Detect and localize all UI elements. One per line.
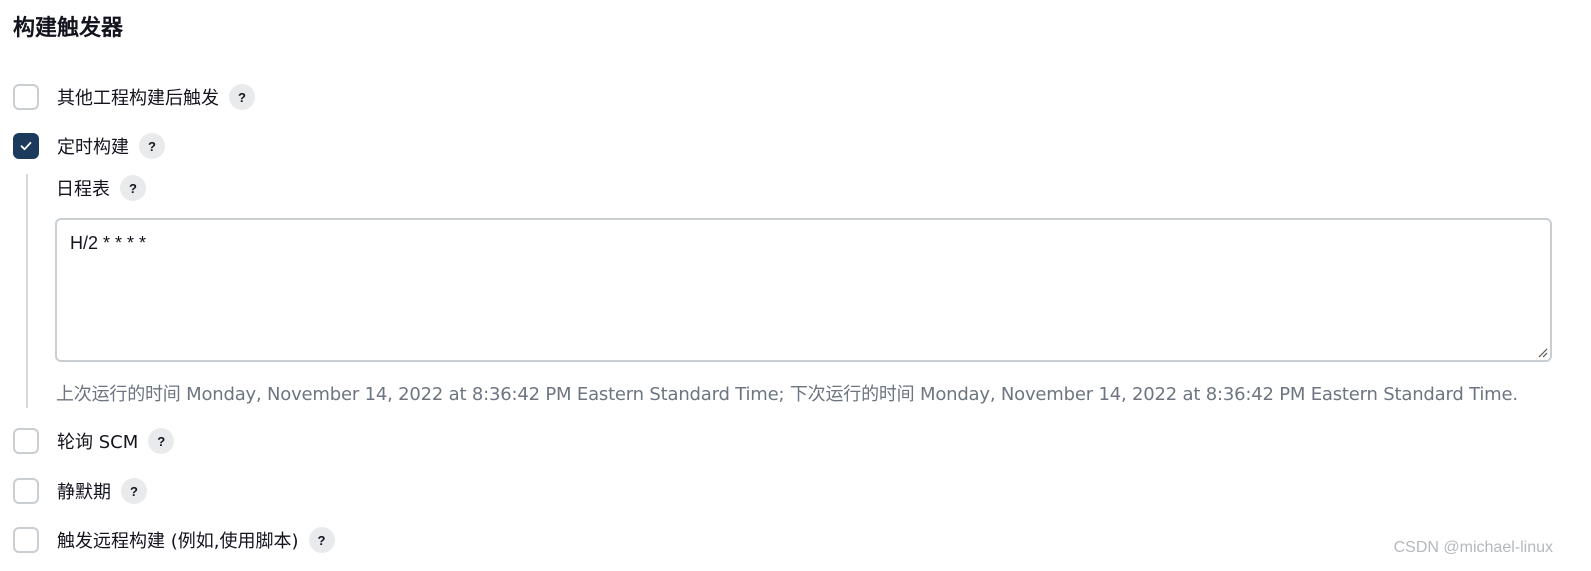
trigger-label: 其他工程构建后触发 xyxy=(57,88,219,109)
watermark-text: CSDN @michael-linux xyxy=(1393,539,1553,556)
trigger-build-periodically: 定时构建 ? xyxy=(13,131,165,161)
trigger-remote-build: 触发远程构建 (例如,使用脚本) ? xyxy=(13,525,335,555)
help-icon[interactable]: ? xyxy=(308,527,335,553)
trigger-label: 静默期 xyxy=(57,482,111,503)
trigger-poll-scm: 轮询 SCM ? xyxy=(13,426,175,456)
schedule-info-text: 上次运行的时间 Monday, November 14, 2022 at 8:3… xyxy=(56,384,1518,405)
checkbox-remote-build[interactable] xyxy=(13,527,39,553)
trigger-label: 触发远程构建 (例如,使用脚本) xyxy=(57,531,299,552)
schedule-textarea[interactable] xyxy=(55,218,1552,362)
help-icon[interactable]: ? xyxy=(148,428,175,454)
checkbox-build-after-other-projects[interactable] xyxy=(13,84,39,110)
help-icon[interactable]: ? xyxy=(120,175,146,201)
resize-handle-icon[interactable] xyxy=(1536,346,1548,358)
nested-section-bar xyxy=(26,174,28,408)
checkbox-build-periodically[interactable] xyxy=(13,133,39,159)
section-title: 构建触发器 xyxy=(13,16,124,41)
help-icon[interactable]: ? xyxy=(229,84,255,110)
help-icon[interactable]: ? xyxy=(121,478,147,504)
checkbox-quiet-period[interactable] xyxy=(13,478,39,504)
schedule-label: 日程表 xyxy=(56,179,110,200)
trigger-label: 轮询 SCM xyxy=(57,432,139,453)
trigger-quiet-period: 静默期 ? xyxy=(13,476,147,506)
checkmark-icon xyxy=(20,141,32,151)
trigger-build-after-other-projects: 其他工程构建后触发 ? xyxy=(13,82,255,112)
schedule-label-row: 日程表 ? xyxy=(56,173,146,203)
schedule-textarea-wrap xyxy=(55,218,1552,362)
checkbox-poll-scm[interactable] xyxy=(13,428,39,454)
trigger-label: 定时构建 xyxy=(57,137,129,158)
help-icon[interactable]: ? xyxy=(139,133,165,159)
